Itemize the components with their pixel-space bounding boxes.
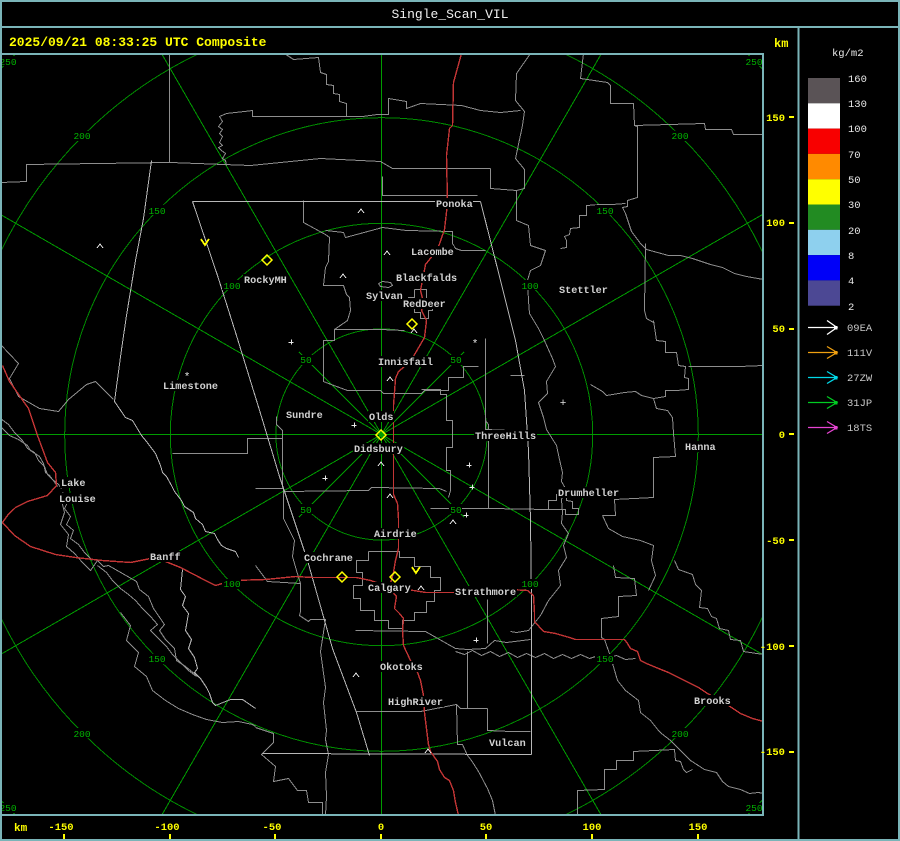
svg-text:150: 150	[148, 206, 165, 217]
svg-text:150: 150	[596, 206, 613, 217]
svg-text:50: 50	[300, 505, 312, 516]
svg-text:Hanna: Hanna	[685, 443, 716, 454]
svg-text:250: 250	[0, 803, 17, 814]
svg-text:31JP: 31JP	[847, 398, 872, 410]
svg-text:-50: -50	[263, 822, 282, 834]
svg-text:50: 50	[848, 175, 861, 187]
svg-text:Blackfalds: Blackfalds	[396, 273, 457, 285]
svg-text:50: 50	[480, 822, 493, 834]
svg-text:70: 70	[848, 150, 861, 162]
svg-text:HighRiver: HighRiver	[388, 697, 443, 709]
svg-text:4: 4	[848, 276, 854, 288]
svg-text:*: *	[184, 372, 191, 384]
svg-text:100: 100	[223, 579, 240, 590]
svg-text:50: 50	[450, 505, 462, 516]
svg-text:Didsbury: Didsbury	[354, 444, 403, 456]
svg-text:200: 200	[73, 131, 90, 142]
svg-text:200: 200	[671, 131, 688, 142]
svg-text:150: 150	[148, 654, 165, 665]
svg-text:100: 100	[521, 281, 538, 292]
svg-text:Limestone: Limestone	[163, 381, 218, 393]
svg-text:Airdrie: Airdrie	[374, 529, 417, 541]
svg-text:2: 2	[848, 302, 854, 314]
svg-text:*: *	[472, 339, 479, 351]
svg-text:+: +	[560, 398, 567, 410]
svg-text:Drumheller: Drumheller	[558, 488, 619, 500]
svg-text:Okotoks: Okotoks	[380, 662, 423, 674]
svg-text:Single_Scan_VIL: Single_Scan_VIL	[391, 7, 508, 22]
svg-text:kg/m2: kg/m2	[832, 48, 864, 60]
svg-text:150: 150	[596, 654, 613, 665]
svg-text:100: 100	[848, 124, 867, 136]
svg-text:09EA: 09EA	[847, 323, 873, 335]
svg-text:ThreeHills: ThreeHills	[475, 431, 536, 443]
svg-text:Cochrane: Cochrane	[304, 553, 353, 565]
svg-text:250: 250	[0, 57, 17, 68]
svg-text:200: 200	[73, 729, 90, 740]
svg-text:100: 100	[223, 281, 240, 292]
svg-text:-100: -100	[154, 822, 179, 834]
svg-text:30: 30	[848, 200, 861, 212]
svg-text:Sylvan: Sylvan	[366, 291, 403, 303]
svg-text:2025/09/21 08:33:25 UTC Compo: 2025/09/21 08:33:25 UTC Composite	[9, 35, 267, 50]
svg-text:8: 8	[848, 251, 854, 263]
svg-text:150: 150	[766, 113, 785, 125]
svg-text:Calgary: Calgary	[368, 583, 411, 595]
svg-text:km: km	[774, 37, 788, 51]
svg-text:Louise: Louise	[59, 494, 96, 506]
svg-text:111V: 111V	[847, 348, 873, 360]
svg-text:-100: -100	[760, 642, 785, 654]
svg-text:50: 50	[450, 355, 462, 366]
svg-text:0: 0	[378, 822, 384, 834]
svg-text:RockyMH: RockyMH	[244, 275, 287, 287]
svg-text:-150: -150	[760, 747, 785, 759]
svg-text:Ponoka: Ponoka	[436, 199, 473, 211]
svg-text:0: 0	[779, 430, 785, 442]
svg-text:Sundre: Sundre	[286, 410, 323, 422]
svg-text:Stettler: Stettler	[559, 285, 608, 297]
svg-text:km: km	[14, 823, 28, 835]
svg-text:50: 50	[300, 355, 312, 366]
svg-text:50: 50	[772, 324, 785, 336]
svg-text:RedDeer: RedDeer	[403, 299, 446, 311]
svg-text:27ZW: 27ZW	[847, 373, 873, 385]
svg-text:Innisfail: Innisfail	[378, 357, 433, 369]
svg-text:Lacombe: Lacombe	[411, 247, 454, 259]
svg-text:100: 100	[766, 218, 785, 230]
svg-text:20: 20	[848, 226, 861, 238]
svg-text:Brooks: Brooks	[694, 696, 731, 708]
svg-text:250: 250	[745, 57, 762, 68]
svg-text:150: 150	[689, 822, 708, 834]
svg-text:130: 130	[848, 99, 867, 111]
svg-text:Olds: Olds	[369, 412, 393, 424]
svg-text:200: 200	[671, 729, 688, 740]
svg-text:Lake: Lake	[61, 478, 85, 490]
svg-text:Banff: Banff	[150, 552, 181, 564]
svg-text:Strathmore: Strathmore	[455, 587, 516, 599]
svg-text:160: 160	[848, 74, 867, 86]
svg-text:100: 100	[521, 579, 538, 590]
svg-text:Vulcan: Vulcan	[489, 738, 526, 750]
svg-text:100: 100	[583, 822, 602, 834]
svg-text:-50: -50	[766, 536, 785, 548]
svg-text:18TS: 18TS	[847, 423, 872, 435]
svg-text:-150: -150	[48, 822, 73, 834]
svg-text:250: 250	[745, 803, 762, 814]
